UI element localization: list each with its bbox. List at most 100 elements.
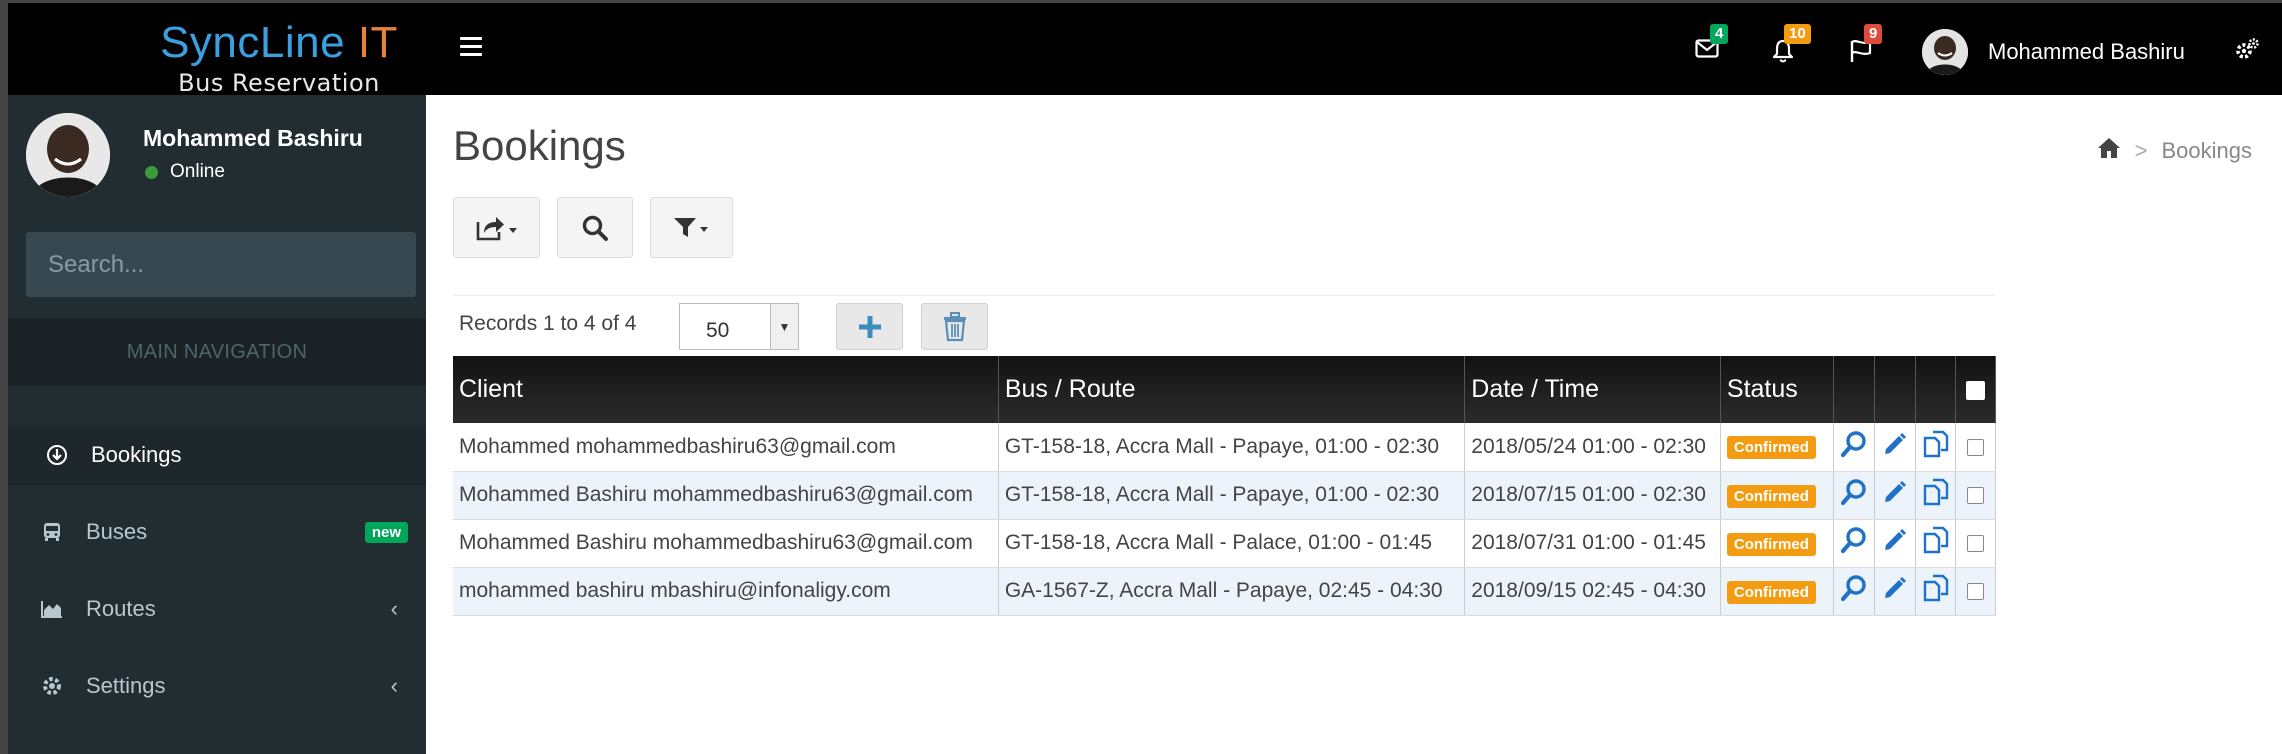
copy-icon[interactable] [1915, 567, 1957, 616]
status-badge: Confirmed [1726, 484, 1816, 508]
cell-client: Mohammed mohammedbashiru63@gmail.com [453, 423, 999, 472]
column-header-status[interactable]: Status [1720, 356, 1835, 423]
edit-icon[interactable] [1874, 471, 1916, 520]
share-icon [476, 216, 517, 240]
breadcrumb-separator: > [2134, 138, 2148, 163]
copy-icon[interactable] [1915, 519, 1957, 568]
plus-icon [858, 315, 881, 338]
table-row[interactable]: Mohammed Bashiru mohammedbashiru63@gmail… [453, 471, 1996, 520]
column-header-bus-route[interactable]: Bus / Route [998, 356, 1466, 423]
notifications-count-badge: 10 [1784, 24, 1811, 44]
area-chart-icon [40, 597, 64, 621]
cell-status: Confirmed [1720, 471, 1835, 520]
cell-status: Confirmed [1720, 423, 1835, 472]
table-row[interactable]: Mohammed mohammedbashiru63@gmail.com GT-… [453, 423, 1996, 472]
notifications-menu[interactable]: 10 [1766, 24, 1811, 73]
column-header-select [1955, 356, 1996, 423]
online-status-icon [145, 165, 158, 179]
cell-datetime: 2018/07/15 01:00 - 02:30 [1464, 471, 1721, 520]
filter-button[interactable] [650, 197, 733, 258]
row-select-checkbox[interactable] [1955, 423, 1996, 472]
copy-icon[interactable] [1915, 423, 1957, 472]
tasks-count-badge: 9 [1864, 24, 1883, 44]
cell-status: Confirmed [1720, 519, 1835, 568]
user-menu[interactable]: Mohammed Bashiru [1922, 29, 2185, 75]
sidebar-item-bookings[interactable]: Bookings [8, 425, 426, 485]
bookings-table: Client Bus / Route Date / Time Status Mo… [453, 356, 1996, 616]
caret-down-icon: ▼ [770, 304, 798, 349]
select-all-checkbox[interactable] [1966, 380, 1986, 400]
sidebar-user-name: Mohammed Bashiru [143, 125, 363, 151]
download-circle-icon [45, 443, 69, 467]
copy-icon[interactable] [1915, 471, 1957, 520]
edit-icon[interactable] [1874, 567, 1916, 616]
user-status: Online [143, 161, 225, 183]
chevron-left-icon: ‹ [390, 673, 398, 698]
cell-route: GA-1567-Z, Accra Mall - Papaye, 02:45 - … [998, 567, 1466, 616]
search-icon [582, 215, 608, 241]
sidebar-search-input[interactable] [26, 232, 416, 297]
column-header-copy [1915, 356, 1957, 423]
gears-icon [2236, 38, 2259, 59]
control-sidebar-button[interactable] [2234, 37, 2260, 68]
chevron-left-icon: ‹ [390, 596, 398, 621]
table-row[interactable]: Mohammed Bashiru mohammedbashiru63@gmail… [453, 519, 1996, 568]
view-icon[interactable] [1833, 567, 1876, 616]
delete-selected-button[interactable] [921, 303, 988, 350]
tasks-menu[interactable]: 9 [1844, 24, 1884, 73]
cell-client: mohammed bashiru mbashiru@infonaligy.com [453, 567, 999, 616]
new-badge: new [364, 521, 408, 543]
messages-count-badge: 4 [1710, 24, 1729, 44]
status-badge: Confirmed [1726, 436, 1816, 460]
column-header-date-time[interactable]: Date / Time [1464, 356, 1721, 423]
add-record-button[interactable] [836, 303, 903, 350]
home-icon[interactable] [2097, 137, 2121, 165]
filter-icon [673, 217, 708, 237]
view-icon[interactable] [1833, 471, 1876, 520]
cell-datetime: 2018/07/31 01:00 - 01:45 [1464, 519, 1721, 568]
table-row[interactable]: mohammed bashiru mbashiru@infonaligy.com… [453, 567, 1996, 616]
top-navbar: SyncLine IT Bus Reservation System 4 10 … [0, 0, 2282, 125]
edit-icon[interactable] [1874, 519, 1916, 568]
cell-datetime: 2018/05/24 01:00 - 02:30 [1464, 423, 1721, 472]
cell-client: Mohammed Bashiru mohammedbashiru63@gmail… [453, 471, 999, 520]
avatar [26, 113, 110, 197]
cell-datetime: 2018/09/15 02:45 - 04:30 [1464, 567, 1721, 616]
cell-status: Confirmed [1720, 567, 1835, 616]
export-button[interactable] [453, 197, 540, 258]
cell-route: GT-158-18, Accra Mall - Papaye, 01:00 - … [998, 471, 1466, 520]
breadcrumb: > Bookings [2097, 137, 2252, 165]
sidebar-toggle-icon[interactable] [460, 37, 482, 56]
status-badge: Confirmed [1726, 580, 1816, 604]
table-header-row: Client Bus / Route Date / Time Status [453, 356, 1996, 423]
sidebar-item-routes[interactable]: Routes ‹ [8, 579, 426, 639]
cell-route: GT-158-18, Accra Mall - Palace, 01:00 - … [998, 519, 1466, 568]
user-panel: Mohammed Bashiru Online [26, 113, 426, 199]
row-select-checkbox[interactable] [1955, 471, 1996, 520]
messages-menu[interactable]: 4 [1690, 24, 1730, 73]
view-icon[interactable] [1833, 423, 1876, 472]
cell-route: GT-158-18, Accra Mall - Papaye, 01:00 - … [998, 423, 1466, 472]
row-select-checkbox[interactable] [1955, 567, 1996, 616]
search-button[interactable] [557, 197, 633, 258]
sidebar-item-buses[interactable]: Buses new [8, 502, 426, 562]
column-header-view [1833, 356, 1876, 423]
view-icon[interactable] [1833, 519, 1876, 568]
avatar [1922, 29, 1968, 75]
status-badge: Confirmed [1726, 532, 1816, 556]
breadcrumb-current: Bookings [2161, 138, 2252, 163]
sidebar-item-settings[interactable]: Settings ‹ [8, 656, 426, 716]
records-toolbar: Records 1 to 4 of 4 50 ▼ [453, 295, 1995, 355]
row-select-checkbox[interactable] [1955, 519, 1996, 568]
sidebar: Mohammed Bashiru Online MAIN NAVIGATION … [0, 95, 426, 754]
column-header-client[interactable]: Client [453, 356, 999, 423]
user-name: Mohammed Bashiru [1988, 39, 2185, 64]
page-size-select[interactable]: 50 ▼ [679, 303, 799, 350]
bus-icon [40, 520, 64, 544]
gear-icon [40, 674, 64, 698]
records-count: Records 1 to 4 of 4 [459, 312, 637, 335]
cell-client: Mohammed Bashiru mohammedbashiru63@gmail… [453, 519, 999, 568]
page-title: Bookings [453, 122, 626, 169]
logo-title: SyncLine IT [160, 18, 398, 67]
edit-icon[interactable] [1874, 423, 1916, 472]
